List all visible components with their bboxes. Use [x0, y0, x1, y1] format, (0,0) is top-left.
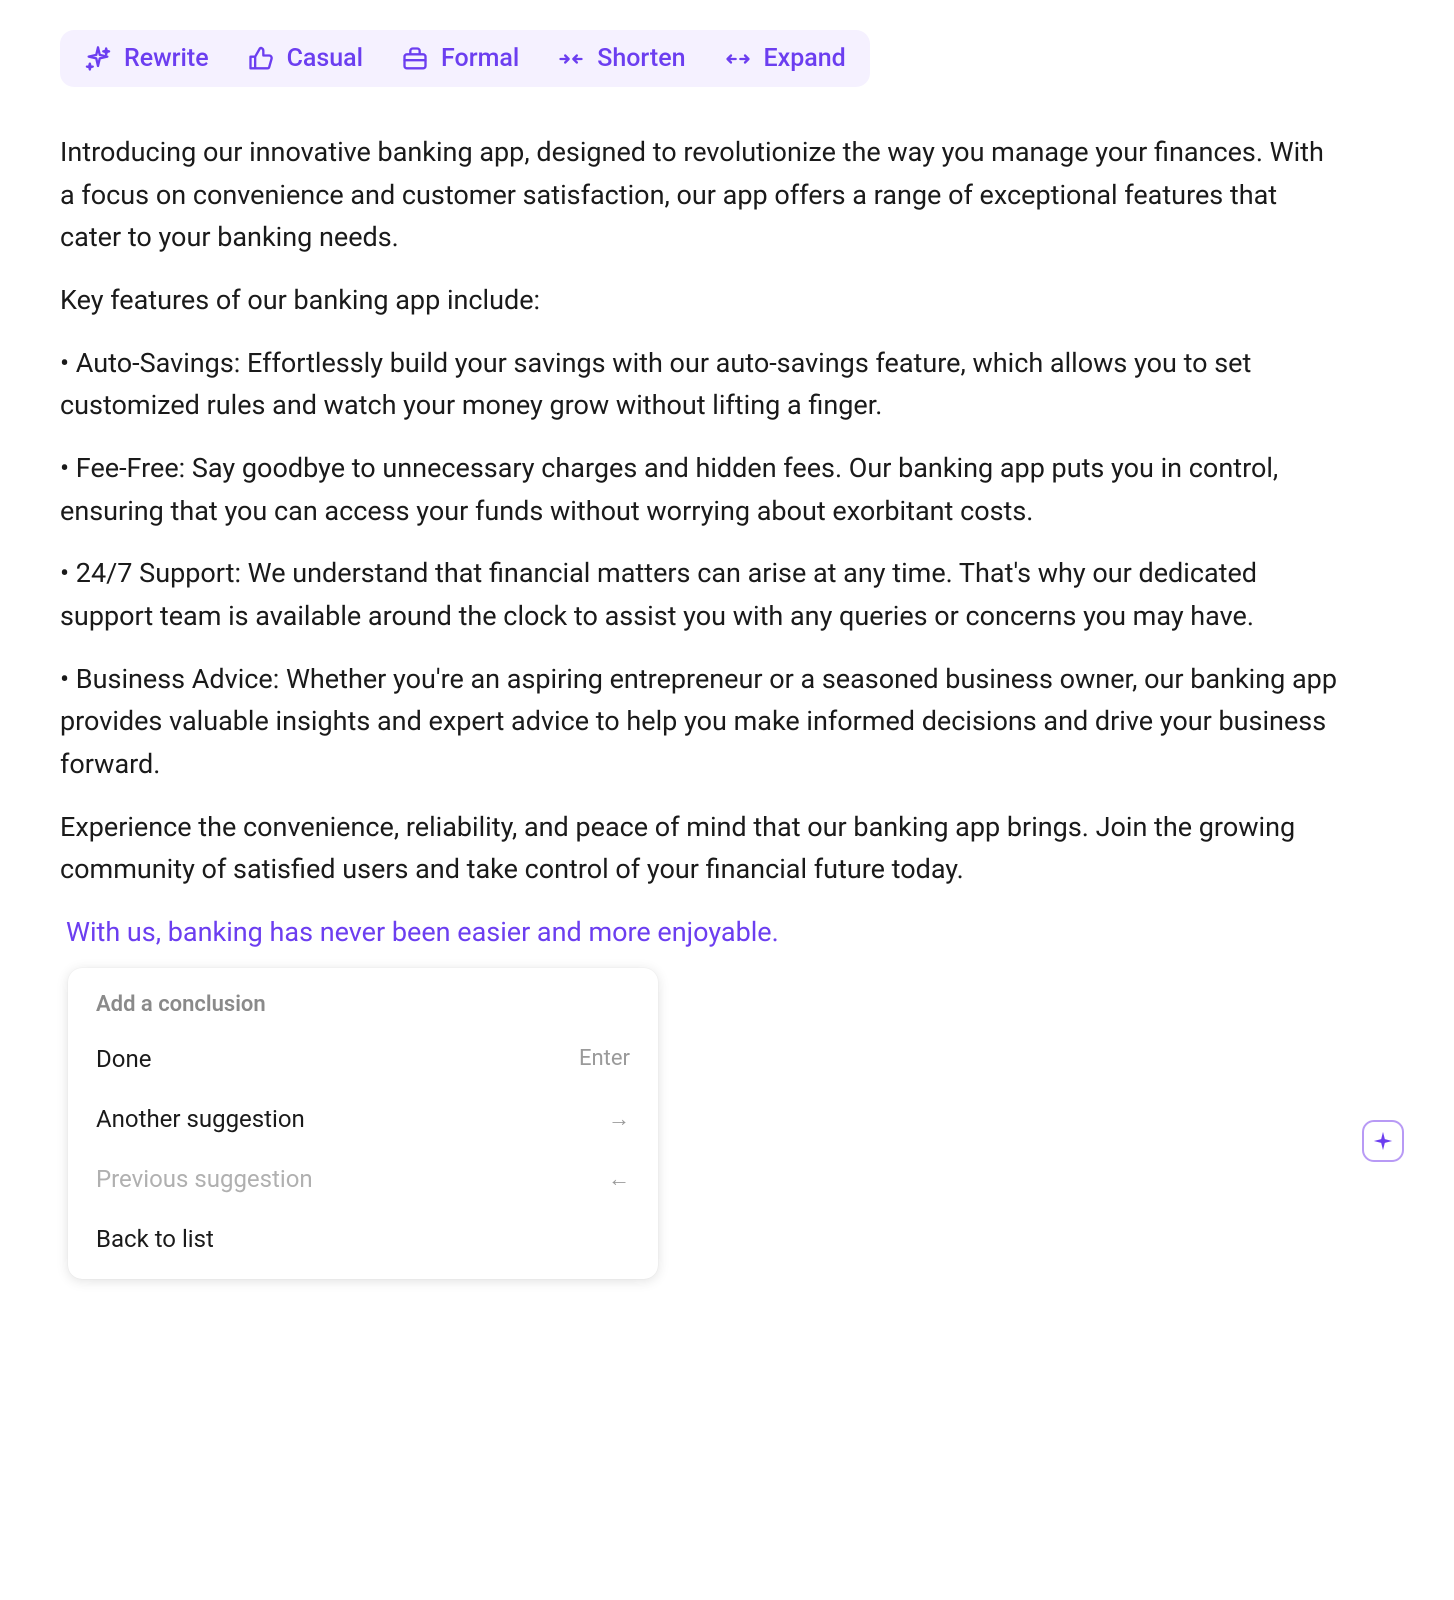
- paragraph-feefree: • Fee-Free: Say goodbye to unnecessary c…: [60, 447, 1340, 532]
- popup-previous-item: Previous suggestion ←: [68, 1149, 658, 1209]
- ai-toolbar: Rewrite Casual Formal Shorten Expand: [60, 30, 870, 87]
- paragraph-autosavings: • Auto-Savings: Effortlessly build your …: [60, 342, 1340, 427]
- shorten-button[interactable]: Shorten: [557, 44, 685, 73]
- paragraph-advice: • Business Advice: Whether you're an asp…: [60, 658, 1340, 786]
- popup-done-label: Done: [96, 1045, 151, 1073]
- popup-done-item[interactable]: Done Enter: [68, 1029, 658, 1089]
- popup-another-label: Another suggestion: [96, 1105, 305, 1133]
- briefcase-icon: [401, 45, 429, 73]
- paragraph-features-heading: Key features of our banking app include:: [60, 279, 1340, 322]
- paragraph-support: • 24/7 Support: We understand that finan…: [60, 552, 1340, 637]
- formal-button[interactable]: Formal: [401, 44, 519, 73]
- document-content[interactable]: Introducing our innovative banking app, …: [60, 131, 1340, 891]
- sparkle-icon: [84, 45, 112, 73]
- popup-title: Add a conclusion: [68, 986, 658, 1029]
- popup-back-item[interactable]: Back to list: [68, 1209, 658, 1269]
- sparkle-icon: [1372, 1130, 1394, 1152]
- suggestion-popup: Add a conclusion Done Enter Another sugg…: [68, 968, 658, 1279]
- thumbs-up-icon: [247, 45, 275, 73]
- shorten-label: Shorten: [597, 44, 685, 73]
- arrow-right-icon: →: [608, 1106, 630, 1132]
- expand-label: Expand: [764, 44, 846, 73]
- popup-done-shortcut: Enter: [579, 1046, 630, 1071]
- arrow-left-icon: ←: [608, 1166, 630, 1192]
- ai-suggestion-text: With us, banking has never been easier a…: [66, 911, 1394, 954]
- rewrite-label: Rewrite: [124, 44, 209, 73]
- paragraph-intro: Introducing our innovative banking app, …: [60, 131, 1340, 259]
- paragraph-closing: Experience the convenience, reliability,…: [60, 806, 1340, 891]
- arrows-in-icon: [557, 45, 585, 73]
- casual-button[interactable]: Casual: [247, 44, 363, 73]
- popup-back-label: Back to list: [96, 1225, 214, 1253]
- popup-another-item[interactable]: Another suggestion →: [68, 1089, 658, 1149]
- arrows-out-icon: [724, 45, 752, 73]
- ai-fab-button[interactable]: [1362, 1120, 1404, 1162]
- formal-label: Formal: [441, 44, 519, 73]
- expand-button[interactable]: Expand: [724, 44, 846, 73]
- popup-previous-label: Previous suggestion: [96, 1165, 313, 1193]
- casual-label: Casual: [287, 44, 363, 73]
- rewrite-button[interactable]: Rewrite: [84, 44, 209, 73]
